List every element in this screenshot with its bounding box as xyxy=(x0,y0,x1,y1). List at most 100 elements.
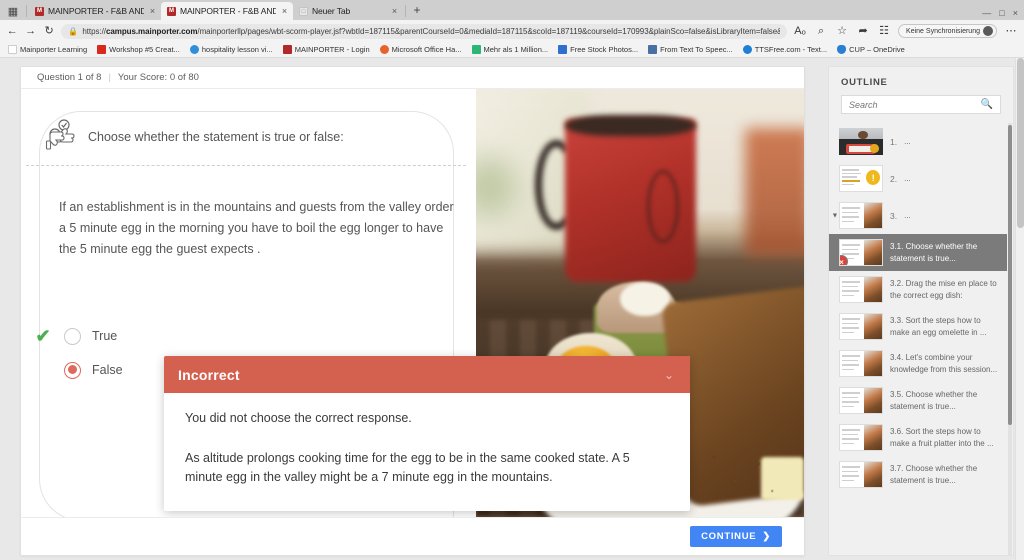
player-footer: CONTINUE ❯ xyxy=(21,517,804,555)
bookmarks-bar: Mainporter Learning Workshop #5 Creat...… xyxy=(0,42,1024,58)
page-scrollbar[interactable] xyxy=(1015,58,1024,560)
outline-item-2[interactable]: 2. ... xyxy=(829,160,1007,197)
bookmark-favicon xyxy=(282,45,292,54)
outline-item-3-3[interactable]: 3.3. Sort the steps how to make an egg o… xyxy=(829,308,1007,345)
bookmark-favicon xyxy=(837,45,847,54)
radio-true[interactable] xyxy=(64,327,81,345)
feedback-popup: Incorrect ⌄ You did not choose the corre… xyxy=(164,356,690,511)
answer-choice-false[interactable]: ✔ False xyxy=(33,353,123,387)
tab-search-icon[interactable]: ▦ xyxy=(2,2,24,20)
answer-label-false: False xyxy=(92,363,123,377)
outline-item-3-1[interactable]: × 3.1. Choose whether the statement is t… xyxy=(829,234,1007,271)
minimize-icon[interactable]: — xyxy=(982,8,991,18)
browser-tab-3[interactable]: □ Neuer Tab × xyxy=(293,2,403,20)
feedback-paragraph-2: As altitude prolongs cooking time for th… xyxy=(185,451,630,484)
browser-tab-1[interactable]: M MAINPORTER - F&B AND KITCH × xyxy=(29,2,161,20)
bookmark-favicon xyxy=(189,45,199,54)
bookmark-label: TTSFree.com - Text... xyxy=(754,45,828,54)
tab-favicon: M xyxy=(35,6,44,16)
question-prompt-row: Choose whether the statement is true or … xyxy=(43,119,454,155)
new-tab-button[interactable]: + xyxy=(408,2,426,20)
tab-title: Neuer Tab xyxy=(312,6,351,16)
browser-window: ▦ M MAINPORTER - F&B AND KITCH × M MAINP… xyxy=(0,0,1024,560)
status-divider: | xyxy=(108,72,111,83)
bookmark-favicon xyxy=(379,45,389,54)
outline-scrollbar-thumb[interactable] xyxy=(1008,125,1012,425)
toolbar-actions: Aₒ ⌕ ☆ ➦ ☷ Keine Synchronisierung ⋯ xyxy=(793,24,1018,38)
bookmark-item[interactable]: From Text To Speec... xyxy=(648,45,733,54)
tab-strip: ▦ M MAINPORTER - F&B AND KITCH × M MAINP… xyxy=(0,0,1024,20)
bookmark-item[interactable]: Mehr als 1 Million... xyxy=(471,45,548,54)
outline-item-label: 3.5. Choose whether the statement is tru… xyxy=(890,390,978,411)
bookmark-item[interactable]: hospitality lesson vi... xyxy=(189,45,273,54)
outline-item-3-5[interactable]: 3.5. Choose whether the statement is tru… xyxy=(829,382,1007,419)
close-window-icon[interactable]: × xyxy=(1013,8,1018,18)
reload-icon[interactable]: ↻ xyxy=(43,24,55,38)
outline-item-3-2[interactable]: 3.2. Drag the mise en place to the corre… xyxy=(829,271,1007,308)
chevron-down-icon[interactable]: ▼ xyxy=(831,212,839,219)
bookmark-item[interactable]: MAINPORTER - Login xyxy=(282,45,370,54)
bookmark-item[interactable]: Microsoft Office Ha... xyxy=(379,45,462,54)
outline-search-box[interactable]: 🔍 xyxy=(841,95,1001,114)
favorites-icon[interactable]: ☆ xyxy=(835,24,849,38)
feedback-title: Incorrect xyxy=(178,366,240,383)
bookmark-favicon xyxy=(97,45,107,54)
outline-item-1[interactable]: 1. ... xyxy=(829,123,1007,160)
bookmark-label: hospitality lesson vi... xyxy=(201,45,273,54)
choice-marker-placeholder: ✔ xyxy=(33,361,53,379)
score-label: Your Score: 0 of 80 xyxy=(117,72,199,83)
chevron-down-icon[interactable]: ⌄ xyxy=(664,369,676,381)
zoom-icon[interactable]: ⌕ xyxy=(814,24,828,38)
outline-list[interactable]: 1. ... 2. ... ▼ xyxy=(829,123,1013,555)
tab-close-icon[interactable]: × xyxy=(390,6,399,16)
bookmark-item[interactable]: Workshop #5 Creat... xyxy=(97,45,180,54)
outline-thumbnail: × xyxy=(839,239,883,266)
outline-item-3-4[interactable]: 3.4. Let's combine your knowledge from t… xyxy=(829,345,1007,382)
outline-item-label: ... xyxy=(904,173,911,183)
question-divider xyxy=(26,165,466,166)
chevron-right-icon: ❯ xyxy=(762,531,771,542)
forward-icon[interactable]: → xyxy=(24,24,36,38)
tab-close-icon[interactable]: × xyxy=(148,6,157,16)
browser-essentials-icon[interactable]: ☷ xyxy=(877,24,891,38)
feedback-header: Incorrect ⌄ xyxy=(164,356,690,393)
outline-item-3-7[interactable]: 3.7. Choose whether the statement is tru… xyxy=(829,456,1007,493)
user-avatar-icon xyxy=(982,26,993,36)
tab-close-icon[interactable]: × xyxy=(280,6,289,16)
radio-false[interactable] xyxy=(64,361,81,379)
continue-label: CONTINUE xyxy=(701,531,757,542)
bookmark-item[interactable]: Mainporter Learning xyxy=(8,45,87,54)
continue-button[interactable]: CONTINUE ❯ xyxy=(690,526,782,547)
outline-thumbnail xyxy=(839,313,883,340)
read-aloud-icon[interactable]: Aₒ xyxy=(793,24,807,38)
outline-item-3-6[interactable]: 3.6. Sort the steps how to make a fruit … xyxy=(829,419,1007,456)
bookmark-label: MAINPORTER - Login xyxy=(294,45,370,54)
browser-tab-2[interactable]: M MAINPORTER - F&B AND KITCH × xyxy=(161,2,293,20)
profile-button[interactable]: Keine Synchronisierung xyxy=(898,24,997,38)
search-icon[interactable]: 🔍 xyxy=(981,99,993,110)
answer-choice-true[interactable]: ✔ True xyxy=(33,319,123,353)
outline-thumbnail xyxy=(839,165,883,192)
outline-item-label: 3.6. Sort the steps how to make a fruit … xyxy=(890,427,994,448)
outline-item-3[interactable]: ▼ 3. ... xyxy=(829,197,1007,234)
outline-item-label: 3.4. Let's combine your knowledge from t… xyxy=(890,353,998,374)
player-status-bar: Question 1 of 8 | Your Score: 0 of 80 xyxy=(21,67,804,89)
tab-favicon: M xyxy=(167,6,176,16)
feedback-body: You did not choose the correct response.… xyxy=(164,393,690,511)
bookmark-label: Free Stock Photos... xyxy=(570,45,639,54)
outline-item-label: 3.3. Sort the steps how to make an egg o… xyxy=(890,316,987,337)
bookmark-item[interactable]: CUP – OneDrive xyxy=(837,45,905,54)
outline-item-number: 1. xyxy=(890,136,898,147)
more-menu-icon[interactable]: ⋯ xyxy=(1004,24,1018,38)
back-icon[interactable]: ← xyxy=(6,24,18,38)
collections-icon[interactable]: ➦ xyxy=(856,24,870,38)
maximize-icon[interactable]: □ xyxy=(999,8,1004,18)
page-scrollbar-thumb[interactable] xyxy=(1017,58,1024,228)
bookmark-item[interactable]: TTSFree.com - Text... xyxy=(742,45,828,54)
address-bar[interactable]: 🔒 https://campus.mainporter.com/mainport… xyxy=(61,23,788,39)
bookmark-item[interactable]: Free Stock Photos... xyxy=(558,45,638,54)
outline-thumbnail xyxy=(839,387,883,414)
search-input[interactable] xyxy=(849,99,977,110)
bookmark-favicon xyxy=(558,45,568,54)
tab-title: MAINPORTER - F&B AND KITCH xyxy=(180,6,276,16)
